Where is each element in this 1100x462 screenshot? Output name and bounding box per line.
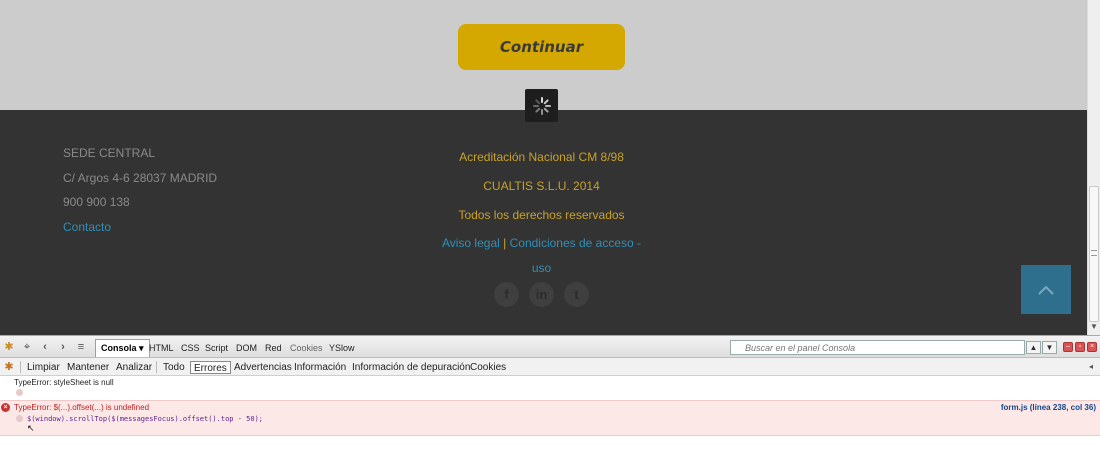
filter-debug[interactable]: Información de depuración — [349, 361, 473, 374]
footer-company: CUALTIS S.L.U. 2014 — [483, 179, 600, 193]
chevron-down-icon: ▾ — [139, 343, 144, 353]
expand-panel-icon[interactable]: ◂ — [1084, 360, 1098, 374]
console-log: TypeError: styleSheet is null × TypeErro… — [0, 376, 1100, 462]
tab-dom[interactable]: DOM — [236, 340, 257, 356]
console-settings-icon[interactable]: ✱ — [2, 360, 16, 374]
error-source-code: $(window).scrollTop($(messagesFocus).off… — [27, 415, 264, 423]
footer-address: C/ Argos 4-6 28037 MADRID — [63, 171, 218, 185]
scroll-down-icon[interactable]: ▼ — [1088, 321, 1100, 333]
terms-link-continued[interactable]: uso — [400, 261, 683, 275]
footer-phone: 900 900 138 — [63, 195, 130, 209]
toolbar-divider — [20, 361, 21, 373]
minimize-icon[interactable]: – — [1063, 342, 1073, 352]
log-message: TypeError: styleSheet is null — [14, 378, 114, 387]
scrollbar-grip-icon — [1091, 250, 1097, 256]
filter-cookies[interactable]: Cookies — [467, 361, 509, 374]
inspect-icon[interactable]: ⌖ — [20, 340, 34, 354]
tab-console-label: Consola — [101, 343, 137, 353]
console-filter-toolbar: ✱ Limpiar Mantener Analizar Todo Errores… — [0, 358, 1100, 376]
tab-script[interactable]: Script — [205, 340, 228, 356]
mouse-cursor-icon: ↖ — [27, 423, 35, 433]
error-icon: × — [1, 403, 10, 412]
error-source-link[interactable]: form.js (línea 238, col 36) — [1001, 403, 1096, 412]
search-prev-button[interactable]: ▲ — [1026, 341, 1041, 354]
footer-hq-label: SEDE CENTRAL — [63, 146, 156, 160]
tab-console[interactable]: Consola ▾ — [95, 339, 150, 357]
facebook-icon[interactable]: f — [494, 282, 519, 307]
breakpoint-dot-icon[interactable] — [16, 389, 23, 396]
filter-warnings[interactable]: Advertencias — [231, 361, 295, 374]
persist-button[interactable]: Mantener — [64, 361, 112, 374]
continue-button[interactable]: Continuar — [458, 24, 625, 70]
footer-accreditation: Acreditación Nacional CM 8/98 — [459, 150, 624, 164]
tab-css[interactable]: CSS — [181, 340, 200, 356]
loading-spinner-icon — [525, 89, 558, 122]
tab-html[interactable]: HTML — [149, 340, 174, 356]
footer-contact-link[interactable]: Contacto — [63, 220, 111, 234]
footer-rights: Todos los derechos reservados — [458, 208, 625, 222]
filter-all[interactable]: Todo — [160, 361, 188, 374]
filter-errors[interactable]: Errores — [190, 361, 231, 374]
firebug-main-toolbar: ✱ ⌖ ‹ › ≡ Consola ▾ HTML CSS Script DOM … — [0, 336, 1100, 358]
command-line-icon[interactable]: ≡ — [74, 340, 88, 354]
filter-info[interactable]: Información — [291, 361, 349, 374]
firebug-panel: ✱ ⌖ ‹ › ≡ Consola ▾ HTML CSS Script DOM … — [0, 335, 1100, 462]
forward-icon[interactable]: › — [56, 340, 70, 354]
tab-cookies[interactable]: Cookies — [290, 340, 323, 356]
terms-link[interactable]: Condiciones de acceso - — [510, 236, 641, 250]
page-scrollbar[interactable]: ▼ — [1087, 0, 1100, 335]
footer-legal-line: Aviso legal | Condiciones de acceso - — [400, 236, 683, 250]
chevron-up-icon — [1038, 285, 1054, 295]
detach-icon[interactable]: ▫ — [1075, 342, 1085, 352]
twitter-icon[interactable]: t — [564, 282, 589, 307]
close-icon[interactable]: × — [1087, 342, 1097, 352]
search-next-button[interactable]: ▼ — [1042, 341, 1057, 354]
legal-notice-link[interactable]: Aviso legal — [442, 236, 500, 250]
back-to-top-button[interactable] — [1021, 265, 1071, 314]
clear-console-button[interactable]: Limpiar — [24, 361, 63, 374]
linkedin-icon[interactable]: in — [529, 282, 554, 307]
footer-separator: | — [503, 236, 507, 250]
web-page: Continuar SEDE CENTRAL C/ Argos 4-6 2803… — [0, 0, 1087, 335]
error-log-row[interactable]: × TypeError: $(...).offset(...) is undef… — [0, 400, 1100, 436]
tab-yslow[interactable]: YSlow — [329, 340, 355, 356]
console-search-input[interactable] — [730, 340, 1025, 355]
profile-button[interactable]: Analizar — [113, 361, 155, 374]
back-icon[interactable]: ‹ — [38, 340, 52, 354]
error-message: TypeError: $(...).offset(...) is undefin… — [14, 403, 150, 412]
firebug-bug-icon[interactable]: ✱ — [2, 340, 16, 354]
tab-net[interactable]: Red — [265, 340, 282, 356]
toolbar-divider — [156, 361, 157, 373]
breakpoint-dot-icon[interactable] — [16, 415, 23, 422]
